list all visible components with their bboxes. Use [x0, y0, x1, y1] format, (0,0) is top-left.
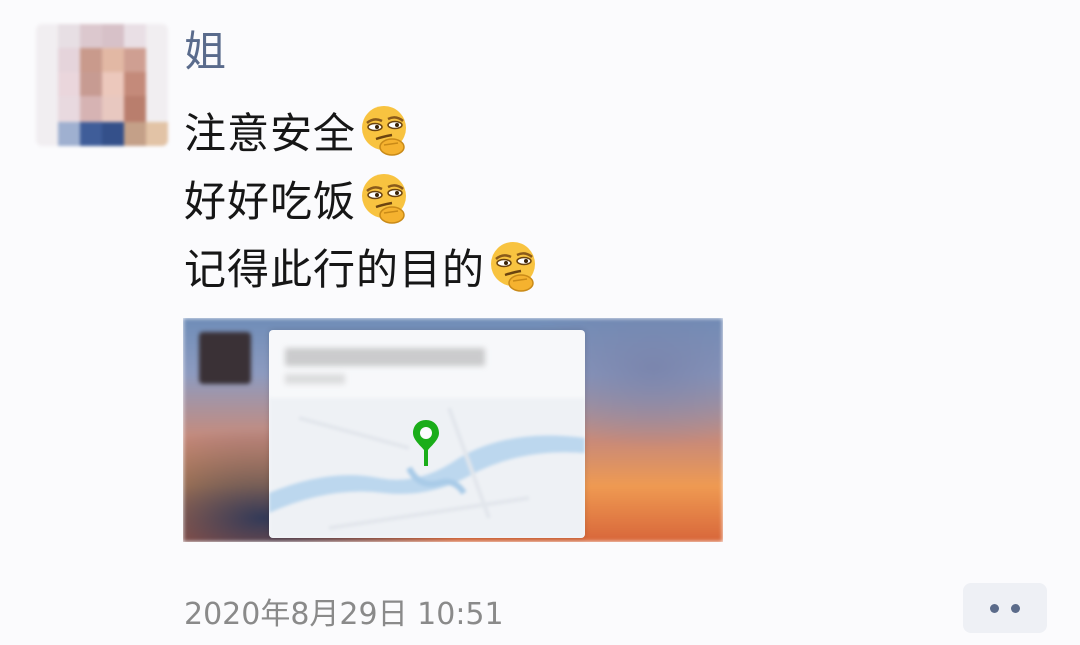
more-button[interactable] [963, 583, 1047, 633]
message-text: 记得此行的目的 [184, 244, 486, 294]
avatar[interactable] [36, 24, 168, 146]
map-title-blurred [285, 348, 485, 366]
smirk-emoji-icon [362, 174, 407, 224]
map-subtitle-blurred [285, 374, 345, 384]
card-thumbnail [199, 332, 251, 384]
message-body: 注意安全 好好吃饭 记得此行的目的 [184, 96, 543, 300]
message-line: 好好吃饭 [184, 164, 543, 232]
smirk-emoji-icon [491, 242, 536, 292]
message-text: 好好吃饭 [184, 176, 357, 226]
more-dots-icon [1011, 603, 1020, 613]
timestamp: 2020年8月29日 10:51 [184, 597, 504, 632]
message-line: 记得此行的目的 [184, 232, 543, 300]
smirk-emoji-icon [362, 106, 407, 156]
message-text: 注意安全 [184, 108, 357, 158]
sender-name[interactable]: 姐 [184, 22, 226, 82]
location-card[interactable] [183, 318, 723, 542]
more-dots-icon [990, 603, 999, 613]
map-pin-icon [413, 420, 439, 466]
message-line: 注意安全 [184, 96, 543, 164]
